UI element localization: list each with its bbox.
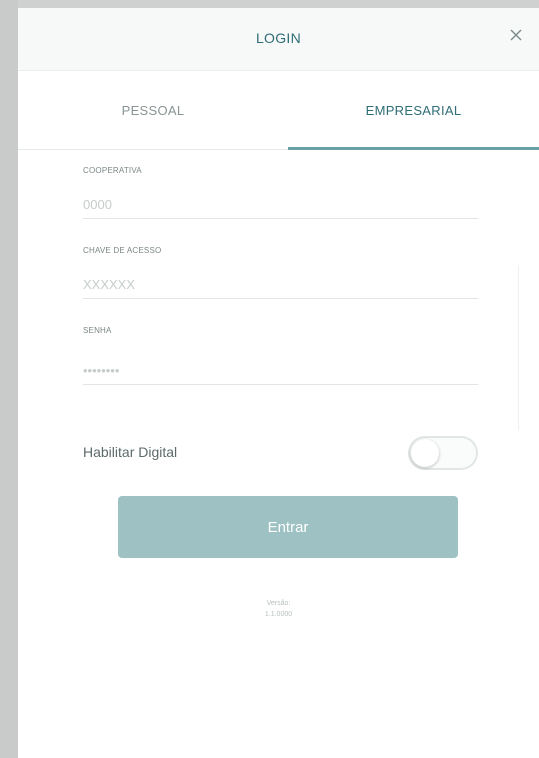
toggle-knob bbox=[411, 439, 439, 467]
backdrop bbox=[0, 0, 18, 758]
close-icon[interactable] bbox=[505, 24, 527, 46]
modal-title: LOGIN bbox=[255, 30, 302, 46]
senha-input[interactable] bbox=[83, 356, 478, 385]
cooperativa-input[interactable] bbox=[83, 190, 478, 219]
tab-pessoal[interactable]: PESSOAL bbox=[18, 71, 288, 149]
tab-empresarial[interactable]: EMPRESARIAL bbox=[288, 71, 539, 149]
digital-toggle-label: Habilitar Digital bbox=[83, 444, 178, 460]
chave-acesso-field: CHAVE DE ACESSO bbox=[83, 246, 478, 299]
active-tab-indicator bbox=[288, 147, 539, 150]
cooperativa-field: COOPERATIVA bbox=[83, 166, 478, 219]
chave-acesso-input[interactable] bbox=[83, 270, 478, 299]
digital-toggle[interactable] bbox=[408, 436, 478, 470]
version-label: Versão: bbox=[266, 600, 291, 607]
senha-label: SENHA bbox=[83, 326, 112, 335]
cooperativa-label: COOPERATIVA bbox=[83, 166, 142, 175]
digital-toggle-row: Habilitar Digital bbox=[83, 436, 478, 470]
login-modal: LOGIN PESSOAL EMPRESARIAL COOPERATIVA CH… bbox=[18, 8, 539, 758]
senha-field: SENHA bbox=[83, 326, 478, 385]
entrar-button[interactable]: Entrar bbox=[118, 496, 458, 558]
modal-header: LOGIN bbox=[18, 8, 539, 71]
background-panel-edge bbox=[518, 265, 539, 430]
version-info: Versão: 1.1.0000 bbox=[18, 598, 539, 620]
login-tabs: PESSOAL EMPRESARIAL bbox=[18, 71, 539, 149]
version-value: 1.1.0000 bbox=[264, 611, 293, 618]
chave-acesso-label: CHAVE DE ACESSO bbox=[83, 246, 162, 255]
